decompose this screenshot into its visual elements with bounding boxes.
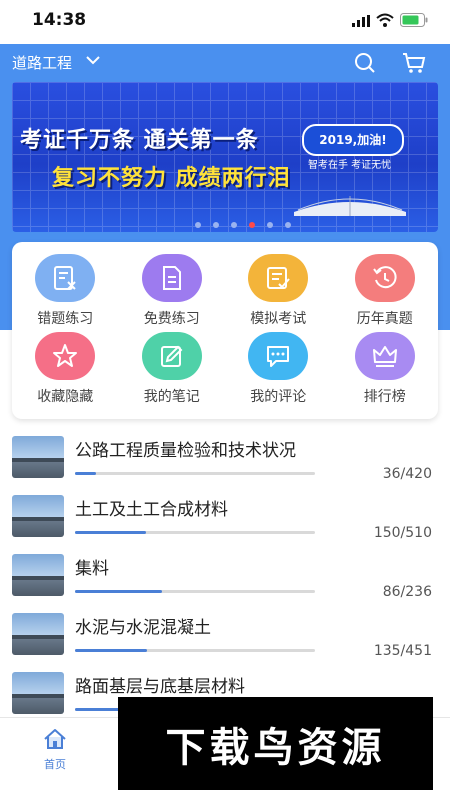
banner-dot[interactable] — [195, 222, 201, 228]
past-papers-icon — [354, 254, 415, 302]
progress-fill — [75, 590, 163, 593]
comment-icon — [248, 332, 309, 380]
function-card: 错题练习 免费练习 模拟考试 历年真题 收藏隐藏 我的笔记 我的评论 排行榜 — [12, 242, 438, 419]
watermark: 下载鸟资源 — [118, 697, 433, 790]
cart-icon[interactable] — [402, 52, 426, 74]
fn-label: 免费练习 — [143, 311, 200, 327]
fn-notes[interactable]: 我的笔记 — [119, 332, 226, 406]
chapter-name: 土工及土工合成材料 — [75, 500, 228, 520]
fn-comments[interactable]: 我的评论 — [225, 332, 332, 406]
function-grid: 错题练习 免费练习 模拟考试 历年真题 收藏隐藏 我的笔记 我的评论 排行榜 — [12, 254, 438, 406]
fn-mock-exam[interactable]: 模拟考试 — [225, 254, 332, 328]
promo-banner[interactable]: 考证千万条 通关第一条 复习不努力 成绩两行泪 2019,加油! 智考在手 考证… — [12, 82, 438, 232]
status-time: 14:38 — [32, 10, 87, 30]
progress-fill — [75, 531, 146, 534]
chapter-count: 86/236 — [382, 584, 432, 600]
tab-home-label: 首页 — [44, 758, 66, 771]
free-practice-icon — [141, 254, 202, 302]
progress-track — [75, 472, 315, 475]
fn-label: 我的笔记 — [143, 389, 200, 405]
chapter-name: 水泥与水泥混凝土 — [75, 618, 211, 638]
search-icon[interactable] — [354, 52, 376, 74]
banner-dot[interactable] — [285, 222, 291, 228]
bridge-thumbnail — [12, 554, 64, 596]
chapter-count: 36/420 — [382, 466, 432, 482]
mock-exam-icon — [248, 254, 309, 302]
status-bar: 14:38 — [0, 0, 450, 44]
list-item[interactable]: 集料 86/236 — [0, 546, 450, 604]
list-item[interactable]: 土工及土工合成材料 150/510 — [0, 487, 450, 545]
list-item[interactable]: 公路工程质量检验和技术状况 36/420 — [0, 428, 450, 486]
chevron-down-icon[interactable] — [86, 56, 100, 65]
banner-pagination — [195, 213, 303, 232]
fn-error-practice[interactable]: 错题练习 — [12, 254, 119, 328]
fn-favorites[interactable]: 收藏隐藏 — [12, 332, 119, 406]
banner-dot[interactable] — [231, 222, 237, 228]
wifi-icon — [376, 13, 394, 27]
fn-label: 收藏隐藏 — [37, 389, 94, 405]
fn-past-papers[interactable]: 历年真题 — [332, 254, 439, 328]
error-practice-icon — [35, 254, 96, 302]
tab-home[interactable]: 首页 — [30, 728, 80, 772]
fn-label: 我的评论 — [250, 389, 307, 405]
bridge-thumbnail — [12, 613, 64, 655]
fn-free-practice[interactable]: 免费练习 — [119, 254, 226, 328]
progress-fill — [75, 472, 96, 475]
battery-icon — [400, 13, 428, 27]
progress-track — [75, 590, 315, 593]
chapter-name: 公路工程质量检验和技术状况 — [75, 441, 296, 461]
banner-slogan: 智考在手 考证无忧 — [308, 160, 392, 171]
banner-headline-1: 考证千万条 通关第一条 — [20, 128, 259, 153]
progress-fill — [75, 649, 147, 652]
home-icon — [44, 729, 66, 749]
fn-label: 模拟考试 — [250, 311, 307, 327]
banner-badge: 2019,加油! — [302, 124, 404, 156]
fn-label: 错题练习 — [37, 311, 94, 327]
signal-icon — [352, 15, 370, 27]
subject-selector[interactable]: 道路工程 — [12, 52, 72, 73]
notes-icon — [141, 332, 202, 380]
fn-label: 排行榜 — [363, 389, 406, 405]
top-bar: 道路工程 — [0, 44, 450, 80]
bridge-thumbnail — [12, 495, 64, 537]
open-book-icon — [294, 196, 406, 216]
chapter-name: 路面基层与底基层材料 — [75, 677, 245, 697]
chapter-name: 集料 — [75, 559, 109, 579]
list-item[interactable]: 水泥与水泥混凝土 135/451 — [0, 605, 450, 663]
progress-track — [75, 649, 315, 652]
star-icon — [35, 332, 96, 380]
fn-label: 历年真题 — [356, 311, 413, 327]
crown-icon — [354, 332, 415, 380]
banner-dot[interactable] — [213, 222, 219, 228]
fn-leaderboard[interactable]: 排行榜 — [332, 332, 439, 406]
banner-dot[interactable] — [267, 222, 273, 228]
banner-headline-2: 复习不努力 成绩两行泪 — [52, 166, 291, 191]
progress-track — [75, 531, 315, 534]
chapter-count: 135/451 — [373, 643, 432, 659]
bridge-thumbnail — [12, 672, 64, 714]
chapter-count: 150/510 — [373, 525, 432, 541]
bridge-thumbnail — [12, 436, 64, 478]
banner-dot-active[interactable] — [249, 222, 255, 228]
